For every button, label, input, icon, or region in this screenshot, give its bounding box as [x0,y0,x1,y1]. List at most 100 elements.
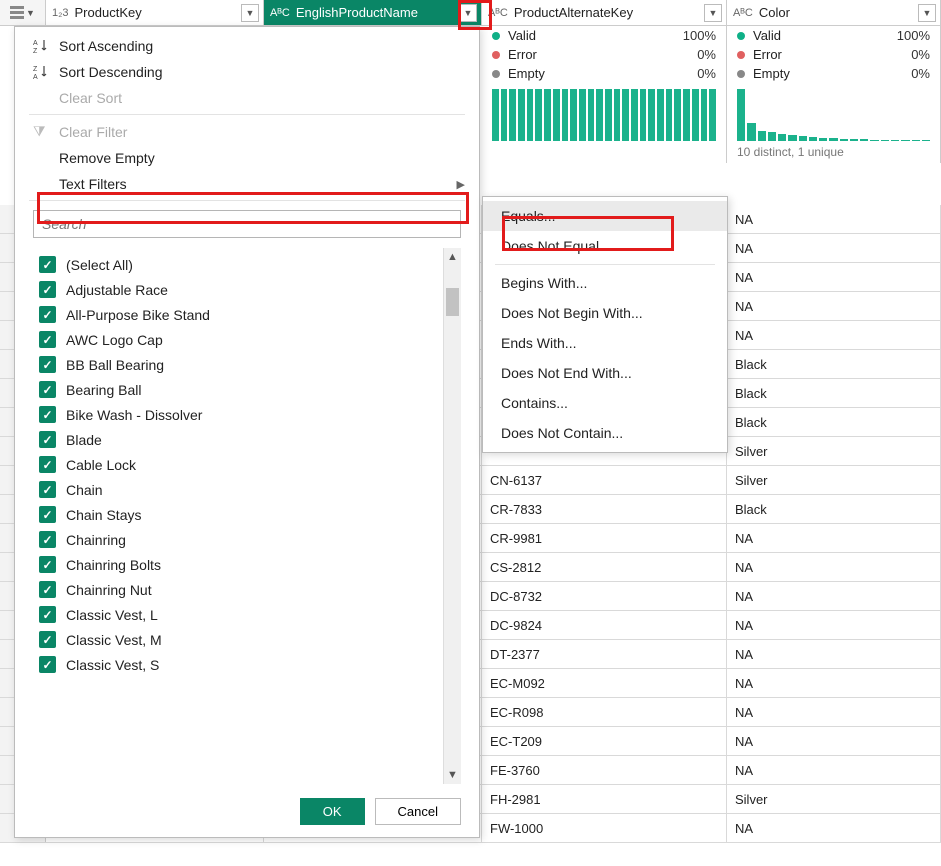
filter-value-item[interactable]: ✓Chainring Bolts [33,552,443,577]
cell[interactable]: DC-9824 [482,611,727,639]
cell[interactable]: DT-2377 [482,640,727,668]
checkbox-icon[interactable]: ✓ [39,631,56,648]
text-filter-option[interactable]: Begins With... [483,268,727,298]
column-header-productkey[interactable]: 1₂3 ProductKey ▼ [46,0,264,25]
filter-value-item[interactable]: ✓Chain Stays [33,502,443,527]
valid-dot-icon [737,32,745,40]
cell[interactable]: EC-R098 [482,698,727,726]
cell[interactable]: NA [727,698,941,726]
checkbox-icon[interactable]: ✓ [39,581,56,598]
cell[interactable]: NA [727,756,941,784]
cell[interactable]: Silver [727,437,941,465]
text-filter-option[interactable]: Contains... [483,388,727,418]
cell[interactable]: NA [727,205,941,233]
cell[interactable]: CN-6137 [482,466,727,494]
scroll-down-button[interactable]: ▼ [444,766,461,784]
filter-values-list[interactable]: ✓(Select All)✓Adjustable Race✓All-Purpos… [33,248,443,784]
filter-list-scrollbar[interactable]: ▲ ▼ [443,248,461,784]
checkbox-icon[interactable]: ✓ [39,556,56,573]
cell[interactable]: Silver [727,466,941,494]
text-filter-option[interactable]: Equals... [483,201,727,231]
ok-button[interactable]: OK [300,798,365,825]
filter-value-item[interactable]: ✓Chain [33,477,443,502]
sort-ascending-item[interactable]: AZ Sort Ascending [15,33,479,59]
cell[interactable]: Black [727,379,941,407]
cancel-button[interactable]: Cancel [375,798,461,825]
column-filter-dropdown[interactable]: ▼ [918,4,936,22]
checkbox-icon[interactable]: ✓ [39,481,56,498]
checkbox-icon[interactable]: ✓ [39,356,56,373]
cell[interactable]: NA [727,727,941,755]
filter-search-input[interactable] [33,210,461,238]
cell[interactable]: FE-3760 [482,756,727,784]
cell[interactable]: EC-M092 [482,669,727,697]
column-filter-dropdown[interactable]: ▼ [704,4,722,22]
cell[interactable]: EC-T209 [482,727,727,755]
cell[interactable]: DC-8732 [482,582,727,610]
checkbox-icon[interactable]: ✓ [39,256,56,273]
filter-value-item[interactable]: ✓(Select All) [33,252,443,277]
cell[interactable]: NA [727,814,941,842]
filter-value-item[interactable]: ✓All-Purpose Bike Stand [33,302,443,327]
cell[interactable]: FH-2981 [482,785,727,813]
column-filter-dropdown[interactable]: ▼ [459,4,477,22]
cell[interactable]: NA [727,611,941,639]
filter-value-item[interactable]: ✓BB Ball Bearing [33,352,443,377]
cell[interactable]: NA [727,292,941,320]
filter-value-item[interactable]: ✓Cable Lock [33,452,443,477]
cell[interactable]: CR-9981 [482,524,727,552]
cell[interactable]: NA [727,669,941,697]
checkbox-icon[interactable]: ✓ [39,331,56,348]
text-filter-option[interactable]: Ends With... [483,328,727,358]
column-filter-dropdown[interactable]: ▼ [241,4,259,22]
checkbox-icon[interactable]: ✓ [39,456,56,473]
cell[interactable]: Black [727,350,941,378]
cell[interactable]: Black [727,495,941,523]
text-filters-item[interactable]: Text Filters ▶ [15,171,479,197]
filter-value-item[interactable]: ✓Bike Wash - Dissolver [33,402,443,427]
text-filter-option[interactable]: Does Not Contain... [483,418,727,448]
scroll-thumb[interactable] [446,288,459,316]
filter-value-item[interactable]: ✓Blade [33,427,443,452]
cell[interactable]: Silver [727,785,941,813]
cell[interactable]: NA [727,321,941,349]
cell[interactable]: NA [727,524,941,552]
filter-value-item[interactable]: ✓Classic Vest, L [33,602,443,627]
cell[interactable]: FW-1000 [482,814,727,842]
column-header-englishproductname[interactable]: AᴮC EnglishProductName ▼ [264,0,482,25]
filter-value-item[interactable]: ✓AWC Logo Cap [33,327,443,352]
filter-value-item[interactable]: ✓Adjustable Race [33,277,443,302]
checkbox-icon[interactable]: ✓ [39,406,56,423]
checkbox-icon[interactable]: ✓ [39,381,56,398]
cell[interactable]: NA [727,640,941,668]
table-corner[interactable]: ▼ [0,0,46,25]
filter-value-item[interactable]: ✓Chainring [33,527,443,552]
checkbox-icon[interactable]: ✓ [39,431,56,448]
cell[interactable]: NA [727,234,941,262]
cell[interactable]: Black [727,408,941,436]
column-header-color[interactable]: AᴮC Color ▼ [727,0,941,25]
text-filter-option[interactable]: Does Not Equal... [483,231,727,261]
column-header-productalternatekey[interactable]: AᴮC ProductAlternateKey ▼ [482,0,727,25]
filter-value-item[interactable]: ✓Classic Vest, S [33,652,443,677]
cell[interactable]: CR-7833 [482,495,727,523]
filter-value-label: Bearing Ball [66,382,142,398]
filter-value-item[interactable]: ✓Classic Vest, M [33,627,443,652]
checkbox-icon[interactable]: ✓ [39,506,56,523]
cell[interactable]: NA [727,263,941,291]
cell[interactable]: NA [727,582,941,610]
checkbox-icon[interactable]: ✓ [39,281,56,298]
checkbox-icon[interactable]: ✓ [39,656,56,673]
text-filter-option[interactable]: Does Not End With... [483,358,727,388]
cell[interactable]: CS-2812 [482,553,727,581]
filter-value-item[interactable]: ✓ Bearing Ball [33,377,443,402]
filter-value-item[interactable]: ✓Chainring Nut [33,577,443,602]
cell[interactable]: NA [727,553,941,581]
checkbox-icon[interactable]: ✓ [39,606,56,623]
sort-descending-item[interactable]: ZA Sort Descending [15,59,479,85]
scroll-up-button[interactable]: ▲ [444,248,461,266]
checkbox-icon[interactable]: ✓ [39,531,56,548]
remove-empty-item[interactable]: Remove Empty [15,145,479,171]
text-filter-option[interactable]: Does Not Begin With... [483,298,727,328]
checkbox-icon[interactable]: ✓ [39,306,56,323]
